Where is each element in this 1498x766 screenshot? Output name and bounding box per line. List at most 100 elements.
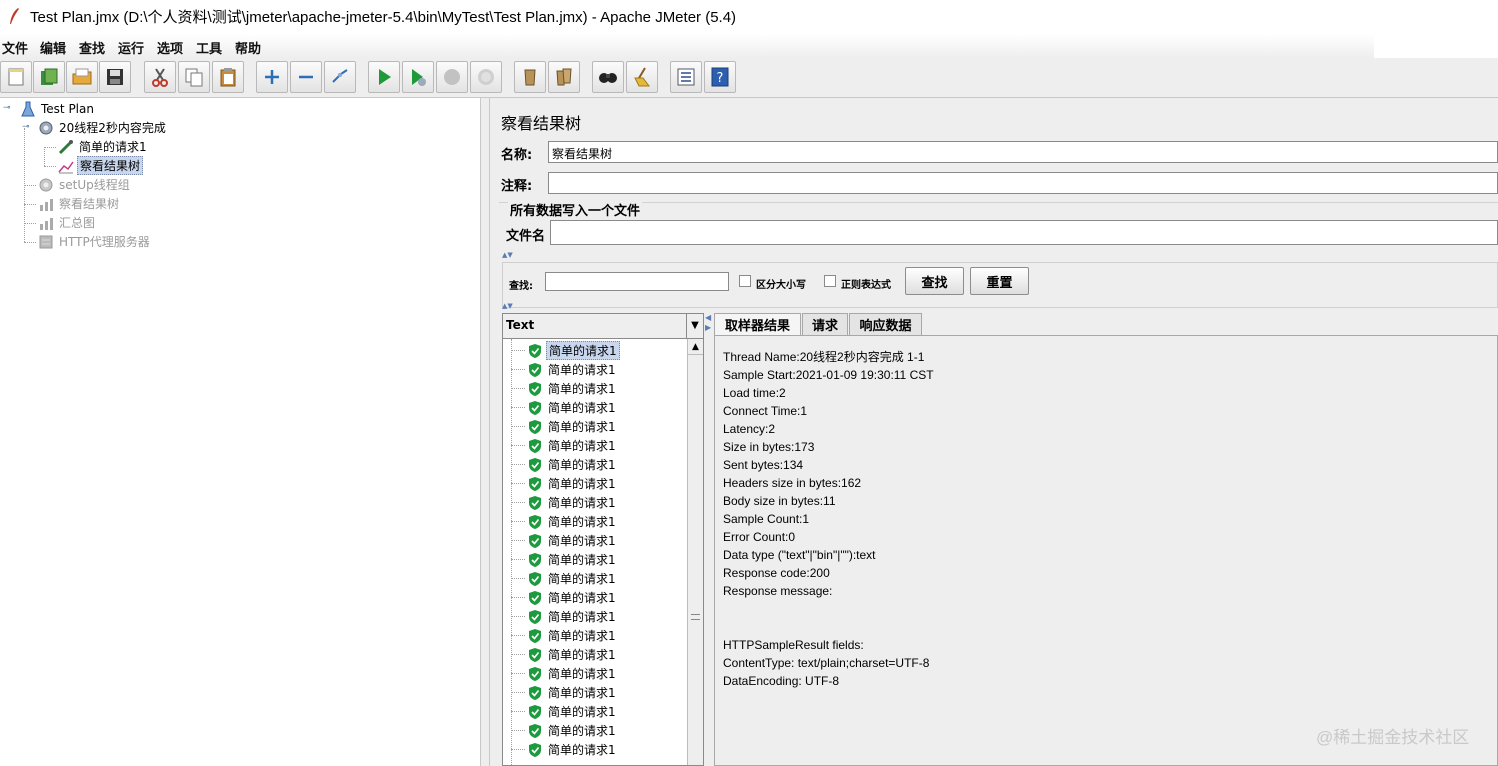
- chevron-down-icon[interactable]: ▼: [686, 314, 703, 338]
- paste-button[interactable]: [212, 61, 244, 93]
- toggle-button[interactable]: [324, 61, 356, 93]
- clear-button[interactable]: [514, 61, 546, 93]
- sampler-result-text[interactable]: Thread Name:20线程2秒内容完成 1-1 Sample Start:2…: [723, 348, 934, 690]
- result-line: Headers size in bytes:162: [723, 476, 862, 490]
- menu-search[interactable]: 查找: [79, 38, 105, 57]
- results-scrollbar[interactable]: ▲: [687, 339, 703, 765]
- open-button[interactable]: [66, 61, 98, 93]
- menu-run[interactable]: 运行: [118, 38, 144, 57]
- tree-node-sampler[interactable]: 简单的请求1: [58, 137, 149, 156]
- result-item[interactable]: 简单的请求1: [511, 588, 618, 607]
- help-button[interactable]: ?: [704, 61, 736, 93]
- result-item[interactable]: 简单的请求1: [511, 379, 618, 398]
- write-to-file-title: 所有数据写入一个文件: [508, 200, 643, 219]
- detail-splitter[interactable]: ◀ ▶: [704, 313, 714, 766]
- menu-options[interactable]: 选项: [157, 38, 183, 57]
- menu-tools[interactable]: 工具: [196, 38, 222, 57]
- tree-node-view-results-tree[interactable]: 察看结果树: [58, 156, 144, 175]
- shutdown-button[interactable]: [470, 61, 502, 93]
- name-label: 名称:: [501, 148, 533, 163]
- stop-button[interactable]: [436, 61, 468, 93]
- tab-response-data[interactable]: 响应数据: [849, 313, 922, 335]
- templates-button[interactable]: [33, 61, 65, 93]
- result-item-label: 简单的请求1: [546, 341, 620, 360]
- comment-input[interactable]: [548, 172, 1498, 194]
- result-item[interactable]: 简单的请求1: [511, 702, 618, 721]
- result-item[interactable]: 简单的请求1: [511, 645, 618, 664]
- collapse-all-button[interactable]: [290, 61, 322, 93]
- tree-guide-line: [511, 711, 525, 712]
- result-item[interactable]: 简单的请求1: [511, 360, 618, 379]
- jmeter-feather-icon: [10, 8, 19, 24]
- result-item[interactable]: 简单的请求1: [511, 341, 620, 360]
- result-item[interactable]: 简单的请求1: [511, 626, 618, 645]
- start-no-pauses-button[interactable]: [402, 61, 434, 93]
- expand-all-button[interactable]: [256, 61, 288, 93]
- result-item[interactable]: 简单的请求1: [511, 436, 618, 455]
- copy-button[interactable]: [178, 61, 210, 93]
- result-item[interactable]: 简单的请求1: [511, 474, 618, 493]
- result-item[interactable]: 简单的请求1: [511, 455, 618, 474]
- tree-node-setup-thread-group[interactable]: setUp线程组: [38, 175, 132, 194]
- find-button[interactable]: 查找: [905, 267, 964, 295]
- view-results-tree-panel: 察看结果树 名称: 察看结果树 注释: 所有数据写入一个文件 文件名 ▲▼ 查找…: [490, 98, 1498, 766]
- name-input[interactable]: 察看结果树: [548, 141, 1498, 163]
- new-button[interactable]: [0, 61, 32, 93]
- tree-node-summary-graph[interactable]: 汇总图: [38, 213, 97, 232]
- scroll-up-icon[interactable]: ▲: [688, 339, 703, 355]
- result-item[interactable]: 简单的请求1: [511, 721, 618, 740]
- filename-input[interactable]: [550, 220, 1498, 245]
- clear-all-button[interactable]: [548, 61, 580, 93]
- reset-button[interactable]: 重置: [970, 267, 1029, 295]
- tab-sampler-result[interactable]: 取样器结果: [714, 313, 801, 335]
- result-item-label: 简单的请求1: [548, 496, 616, 510]
- result-item[interactable]: 简单的请求1: [511, 398, 618, 417]
- tree-guide-line: [511, 369, 525, 370]
- tree-toggle-icon[interactable]: ⊸: [3, 104, 12, 113]
- result-item[interactable]: 简单的请求1: [511, 664, 618, 683]
- tab-request[interactable]: 请求: [802, 313, 848, 335]
- tree-node-test-plan[interactable]: Test Plan: [20, 99, 96, 118]
- result-item[interactable]: 简单的请求1: [511, 512, 618, 531]
- comment-label: 注释:: [501, 179, 533, 194]
- menu-file[interactable]: 文件: [2, 38, 28, 57]
- menu-edit[interactable]: 编辑: [40, 38, 66, 57]
- split-arrows-icon[interactable]: ▲▼: [502, 303, 513, 310]
- shutdown-icon: [478, 69, 494, 85]
- menu-help[interactable]: 帮助: [235, 38, 261, 57]
- result-item[interactable]: 简单的请求1: [511, 607, 618, 626]
- pane-splitter[interactable]: [480, 98, 490, 766]
- split-arrows-icon[interactable]: ▶: [705, 323, 711, 332]
- tree-node-thread-group[interactable]: 20线程2秒内容完成: [38, 118, 168, 137]
- function-helper-button[interactable]: [670, 61, 702, 93]
- result-item[interactable]: 简单的请求1: [511, 417, 618, 436]
- result-item[interactable]: 简单的请求1: [511, 531, 618, 550]
- search-button[interactable]: [592, 61, 624, 93]
- result-item[interactable]: 简单的请求1: [511, 683, 618, 702]
- search-input[interactable]: [545, 272, 729, 291]
- tree-node-view-results-tree-disabled[interactable]: 察看结果树: [38, 194, 121, 213]
- scroll-grip-icon[interactable]: [691, 614, 700, 620]
- result-item[interactable]: 简单的请求1: [511, 740, 618, 759]
- split-arrows-icon[interactable]: ▲▼: [502, 252, 513, 259]
- save-button[interactable]: [99, 61, 131, 93]
- result-line: Body size in bytes:11: [723, 494, 836, 508]
- renderer-select[interactable]: Text ▼: [503, 314, 703, 339]
- success-shield-icon: [529, 590, 541, 605]
- tree-guide-line: [511, 521, 525, 522]
- result-line: Latency:2: [723, 422, 776, 436]
- clear-icon: [524, 69, 536, 86]
- case-sensitive-checkbox[interactable]: [739, 275, 751, 287]
- reset-search-button[interactable]: [626, 61, 658, 93]
- result-item[interactable]: 简单的请求1: [511, 550, 618, 569]
- tree-toggle-icon[interactable]: ⊸: [22, 123, 31, 132]
- tree-node-http-proxy[interactable]: HTTP代理服务器: [38, 232, 152, 251]
- result-item[interactable]: 简单的请求1: [511, 569, 618, 588]
- cut-button[interactable]: [144, 61, 176, 93]
- result-item[interactable]: 简单的请求1: [511, 493, 618, 512]
- regex-checkbox[interactable]: [824, 275, 836, 287]
- split-arrows-icon[interactable]: ◀: [705, 313, 711, 322]
- start-button[interactable]: [368, 61, 400, 93]
- bar-chart-icon: [40, 217, 53, 230]
- result-item-label: 简单的请求1: [548, 534, 616, 548]
